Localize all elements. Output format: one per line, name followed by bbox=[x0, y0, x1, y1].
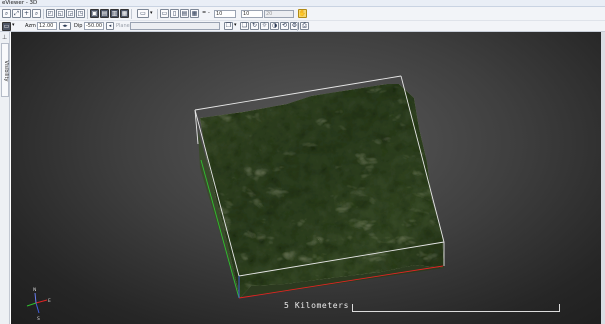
box-select-icon[interactable]: ◰ bbox=[46, 9, 55, 18]
plane-label: Plane bbox=[116, 23, 130, 29]
visibility-tab-label: Visibility bbox=[3, 60, 9, 82]
compass-up-arm bbox=[34, 292, 37, 304]
fit-extent-icon[interactable]: ⤢ bbox=[12, 9, 21, 18]
tab-visibility[interactable]: Visibility bbox=[1, 43, 9, 97]
shading-icon[interactable]: ◑ bbox=[270, 22, 279, 30]
slice-field-a[interactable] bbox=[214, 10, 236, 18]
dip-label: Dip bbox=[74, 23, 83, 29]
3d-viewport[interactable]: N E S 5 Kilometers bbox=[11, 32, 601, 324]
chevron-down-icon[interactable]: ▾ bbox=[234, 21, 237, 29]
dip-input[interactable] bbox=[84, 22, 104, 30]
pin-icon[interactable]: ⊥ bbox=[2, 35, 8, 41]
reset-view-icon[interactable]: ⟲ bbox=[280, 22, 289, 30]
compass-north-arm bbox=[35, 302, 40, 314]
main-toolbar: ⌕ ⤢ + ⌕ ◰ ◱ ◲ ◳ ▣ ▤ ▥ ▦ ▭ ▾ ▭ ▯ ▤ ▦ = - … bbox=[0, 7, 605, 21]
orientation-compass: N E S bbox=[26, 287, 51, 322]
terrain-scene[interactable]: N E S bbox=[11, 32, 601, 324]
toolbar-separator bbox=[87, 9, 88, 19]
export-icon[interactable]: ▥ bbox=[110, 9, 119, 18]
scale-bar bbox=[352, 304, 560, 312]
scale-bar-label: 5 Kilometers bbox=[284, 301, 349, 310]
toolbar-separator bbox=[157, 9, 158, 19]
screen-icon[interactable]: ▭ bbox=[2, 22, 11, 31]
view-top-icon[interactable]: ▤ bbox=[180, 9, 189, 18]
zoom-select-icon[interactable]: ⌕ bbox=[32, 9, 41, 18]
toolbar-separator bbox=[297, 22, 298, 31]
title-bar: eViewer - 3D bbox=[0, 0, 605, 7]
azimuth-input[interactable] bbox=[37, 22, 57, 30]
azimuth-stepper[interactable]: ◂▸ bbox=[59, 22, 71, 30]
paste-view-icon[interactable]: ❏ bbox=[240, 22, 249, 30]
chevron-down-icon[interactable]: ▾ bbox=[12, 21, 15, 29]
plane-input[interactable] bbox=[130, 22, 220, 30]
pan-hand-icon[interactable]: ✋ bbox=[298, 9, 307, 18]
view-toolbar: ▭ ▾ Azm ◂▸ Dip ◂ Plane ❐ ▾ ❏ ↻ ☼ ◑ ⟲ ⚙ ⎙ bbox=[0, 21, 605, 32]
slice-field-c[interactable] bbox=[264, 10, 294, 18]
view-side-icon[interactable]: ▯ bbox=[170, 9, 179, 18]
toolbar-separator bbox=[43, 9, 44, 19]
compass-south-label: S bbox=[37, 316, 40, 322]
display-monitor-icon[interactable]: ▭ bbox=[137, 9, 149, 18]
compass-east-arm bbox=[35, 299, 48, 304]
window-title: eViewer - 3D bbox=[2, 0, 38, 6]
compass-west-arm bbox=[26, 302, 37, 307]
compass-east-label: E bbox=[48, 298, 51, 304]
right-scrollbar[interactable] bbox=[601, 32, 605, 324]
box-remove-icon[interactable]: ◲ bbox=[66, 9, 75, 18]
view-grid-icon[interactable]: ▦ bbox=[190, 9, 199, 18]
zoom-icon[interactable]: ⌕ bbox=[2, 9, 11, 18]
print-preview-icon[interactable]: ▦ bbox=[120, 9, 129, 18]
image-icon[interactable]: ▤ bbox=[100, 9, 109, 18]
compass-north-label: N bbox=[33, 287, 36, 293]
light-icon[interactable]: ☼ bbox=[260, 22, 269, 30]
toolbar-separator bbox=[131, 9, 132, 19]
chevron-down-icon[interactable]: ▾ bbox=[150, 9, 153, 17]
dip-stepper[interactable]: ◂ bbox=[106, 22, 114, 30]
camera-icon[interactable]: ▣ bbox=[90, 9, 99, 18]
box-clear-icon[interactable]: ◳ bbox=[76, 9, 85, 18]
copy-view-icon[interactable]: ❐ bbox=[224, 22, 233, 30]
left-dock: ⊥ Visibility bbox=[0, 32, 10, 324]
dash-icon: - bbox=[208, 10, 210, 16]
rotate-icon[interactable]: ↻ bbox=[250, 22, 259, 30]
equals-icon: = bbox=[202, 10, 207, 16]
box-add-icon[interactable]: ◱ bbox=[56, 9, 65, 18]
printer-icon[interactable]: ⎙ bbox=[300, 22, 309, 30]
slice-field-b[interactable] bbox=[241, 10, 263, 18]
zoom-in-icon[interactable]: + bbox=[22, 9, 31, 18]
azimuth-label: Azm bbox=[25, 23, 36, 29]
view-front-icon[interactable]: ▭ bbox=[160, 9, 169, 18]
